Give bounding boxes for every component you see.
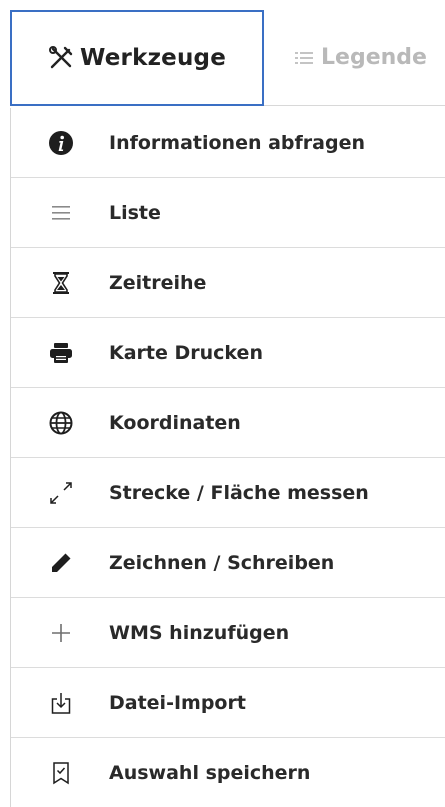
menu-item-label: Karte Drucken (109, 341, 263, 364)
menu-item-auswahl-speichern[interactable]: Auswahl speichern (11, 738, 445, 807)
menu-item-informationen-abfragen[interactable]: Informationen abfragen (11, 108, 445, 178)
tab-bar: Werkzeuge Legende (0, 0, 445, 108)
file-import-icon (47, 689, 75, 717)
menu-item-label: Auswahl speichern (109, 762, 311, 784)
menu-item-koordinaten[interactable]: Koordinaten (11, 388, 445, 458)
tab-werkzeuge[interactable]: Werkzeuge (10, 10, 264, 106)
menu-item-zeitreihe[interactable]: Zeitreihe (11, 248, 445, 318)
menu-item-liste[interactable]: Liste (11, 178, 445, 248)
menu-item-wms-hinzufuegen[interactable]: WMS hinzufügen (11, 598, 445, 668)
menu-item-karte-drucken[interactable]: Karte Drucken (11, 318, 445, 388)
menu-item-label: Zeichnen / Schreiben (109, 551, 335, 574)
plus-icon (47, 619, 75, 647)
menu-item-label: Koordinaten (109, 411, 241, 434)
menu-item-datei-import[interactable]: Datei-Import (11, 668, 445, 738)
menu-item-zeichnen-schreiben[interactable]: Zeichnen / Schreiben (11, 528, 445, 598)
menu-item-label: Informationen abfragen (109, 131, 365, 154)
globe-icon (47, 409, 75, 437)
tools-menu: Informationen abfragen Liste Zeitreihe K… (10, 108, 445, 807)
menu-item-label: Datei-Import (109, 691, 246, 714)
printer-icon (47, 339, 75, 367)
list-icon (294, 48, 314, 68)
menu-item-label: Liste (109, 201, 161, 224)
tab-werkzeuge-label: Werkzeuge (79, 45, 226, 71)
menu-item-label: Strecke / Fläche messen (109, 481, 369, 504)
tab-legende-label: Legende (321, 45, 427, 70)
menu-item-strecke-flaeche-messen[interactable]: Strecke / Fläche messen (11, 458, 445, 528)
tools-icon (48, 45, 74, 71)
bookmark-check-icon (47, 759, 75, 787)
pencil-icon (47, 549, 75, 577)
tool-panel: Werkzeuge Legende Informationen abfragen… (0, 0, 445, 807)
menu-item-label: WMS hinzufügen (109, 621, 290, 644)
info-icon (47, 129, 75, 157)
tab-legende[interactable]: Legende (264, 10, 445, 106)
hourglass-icon (47, 269, 75, 297)
measure-arrows-icon (47, 479, 75, 507)
menu-item-label: Zeitreihe (109, 271, 207, 294)
list-lines-icon (47, 199, 75, 227)
